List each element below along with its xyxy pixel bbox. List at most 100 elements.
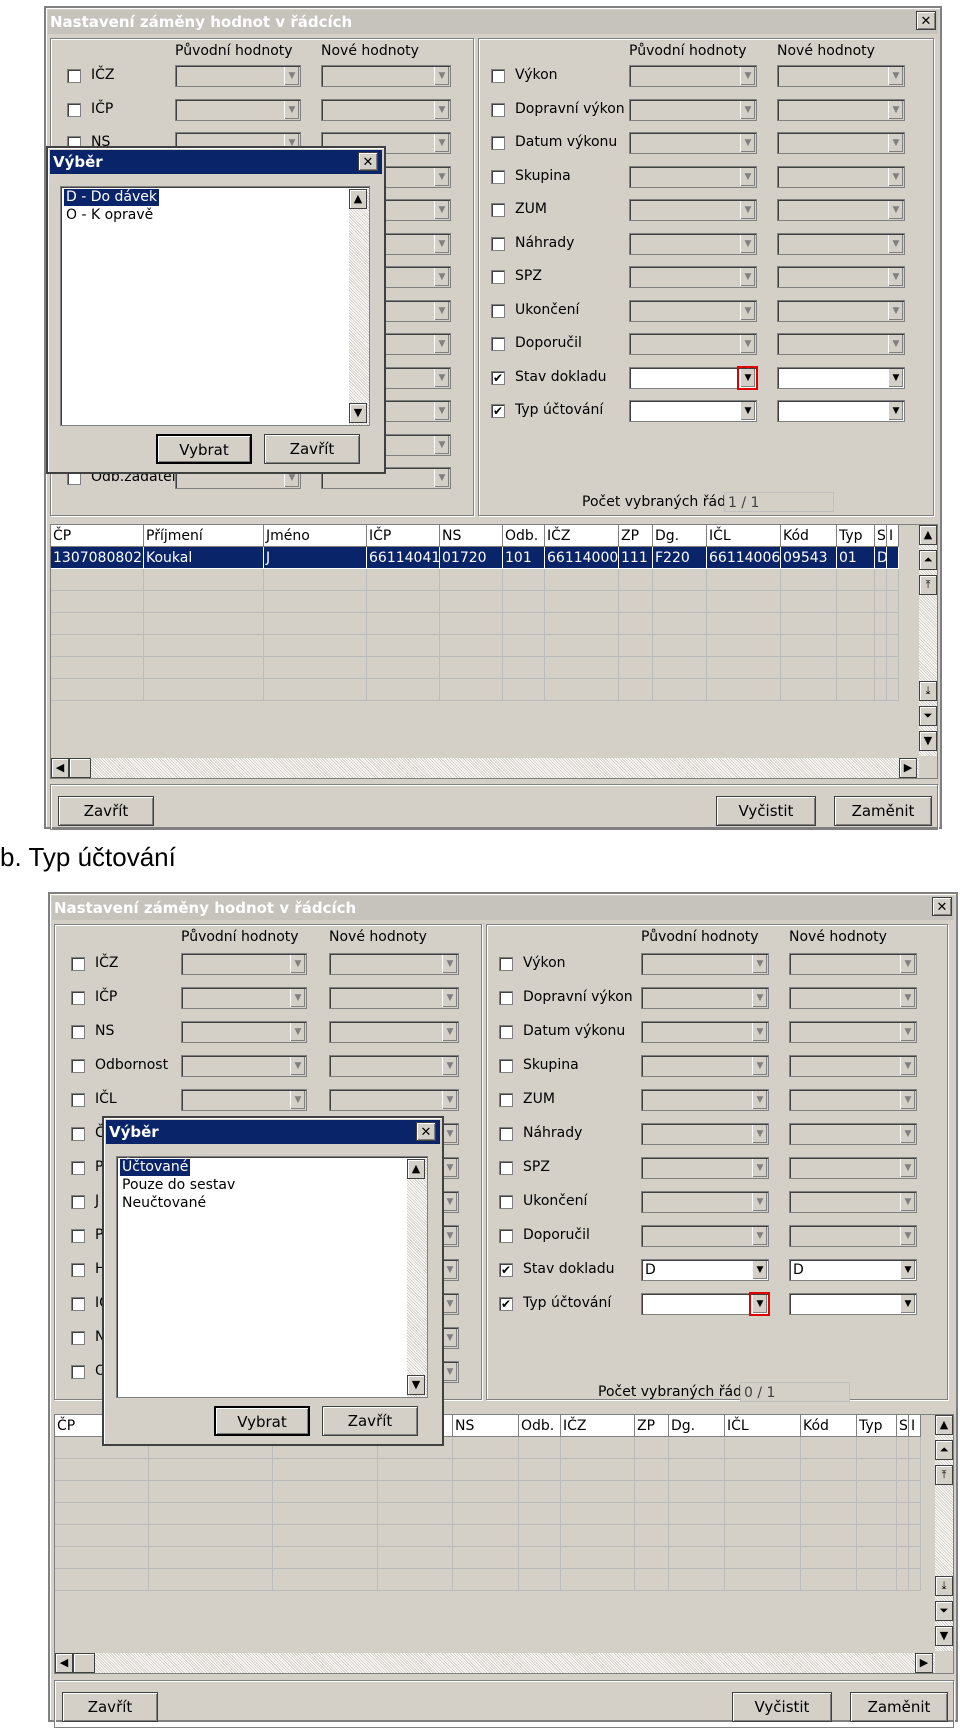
field-checkbox[interactable]: [71, 1297, 85, 1311]
page-down-icon[interactable]: ⏷: [935, 1601, 953, 1621]
chevron-down-icon[interactable]: ▼: [888, 268, 903, 286]
field-checkbox[interactable]: [491, 203, 505, 217]
chevron-down-icon[interactable]: ▼: [888, 100, 903, 119]
page-up-icon[interactable]: ⏶: [919, 550, 937, 570]
table-row[interactable]: [51, 591, 917, 613]
grid-column-header[interactable]: Dg.: [653, 525, 707, 547]
grid-column-header[interactable]: S: [875, 525, 887, 547]
chevron-down-icon[interactable]: ▼: [434, 402, 449, 420]
new-value-combo[interactable]: ▼: [329, 1055, 459, 1077]
chevron-down-icon[interactable]: ▼: [434, 167, 449, 186]
chevron-down-icon[interactable]: ▼: [284, 100, 299, 119]
chevron-down-icon[interactable]: ▼: [888, 67, 903, 85]
table-row[interactable]: [51, 657, 917, 679]
table-row[interactable]: [55, 1525, 933, 1547]
chevron-down-icon[interactable]: ▼: [434, 268, 449, 286]
clear-button[interactable]: Vyčistit: [732, 1692, 832, 1722]
field-checkbox[interactable]: [491, 337, 505, 351]
original-value-combo[interactable]: ▼: [641, 1055, 769, 1077]
chevron-down-icon[interactable]: ▼: [740, 234, 755, 253]
chevron-down-icon[interactable]: ▼: [740, 134, 755, 152]
new-value-combo[interactable]: ▼: [321, 65, 451, 87]
original-value-combo[interactable]: ▼: [181, 1055, 307, 1077]
chevron-down-icon[interactable]: ▼: [900, 1159, 915, 1177]
chevron-down-icon[interactable]: ▼: [900, 1023, 915, 1041]
table-row[interactable]: [55, 1481, 933, 1503]
field-checkbox[interactable]: [67, 102, 81, 117]
scroll-down-icon[interactable]: ▼: [407, 1375, 425, 1395]
replace-button[interactable]: Zaměnit: [850, 1692, 948, 1722]
new-value-combo[interactable]: ▼: [777, 366, 905, 389]
chevron-down-icon[interactable]: ▼: [740, 67, 755, 85]
field-checkbox[interactable]: [71, 1263, 85, 1277]
original-value-combo[interactable]: ▼: [629, 232, 757, 255]
original-value-combo[interactable]: ▼: [641, 1157, 769, 1179]
scroll-left-icon[interactable]: ◀: [51, 758, 69, 778]
chevron-down-icon[interactable]: ▼: [740, 100, 755, 119]
selection-listbox[interactable]: Účtované Pouze do sestav Neučtované ▲ ▼: [116, 1156, 428, 1398]
new-value-combo[interactable]: ▼: [789, 1293, 917, 1315]
chevron-down-icon[interactable]: ▼: [752, 1091, 767, 1109]
original-value-combo[interactable]: ▼: [629, 98, 757, 121]
list-item[interactable]: Pouze do sestav: [120, 1177, 237, 1194]
original-value-combo[interactable]: ▼: [629, 365, 758, 390]
grid-column-header[interactable]: IČZ: [545, 525, 619, 547]
scroll-bottom-icon[interactable]: ⤓: [919, 681, 937, 701]
original-value-combo[interactable]: ▼: [641, 1123, 769, 1145]
field-checkbox[interactable]: [71, 1229, 85, 1243]
table-row[interactable]: [55, 1503, 933, 1525]
chevron-down-icon[interactable]: ▼: [442, 1057, 457, 1075]
chevron-down-icon[interactable]: ▼: [434, 301, 449, 320]
chevron-down-icon[interactable]: ▼: [434, 234, 449, 253]
new-value-combo[interactable]: ▼: [329, 987, 459, 1009]
new-value-combo[interactable]: ▼: [789, 953, 917, 975]
field-checkbox[interactable]: [491, 102, 505, 117]
chevron-down-icon[interactable]: ▼: [442, 1023, 457, 1041]
list-item[interactable]: Účtované: [120, 1159, 191, 1176]
chevron-down-icon[interactable]: ▼: [900, 1261, 915, 1279]
chevron-down-icon[interactable]: ▼: [434, 469, 449, 487]
original-value-combo[interactable]: ▼: [641, 987, 769, 1009]
original-value-combo[interactable]: ▼: [629, 333, 757, 355]
chevron-down-icon[interactable]: ▼: [434, 335, 449, 353]
chevron-down-icon[interactable]: ▼: [740, 268, 755, 286]
window-close-button[interactable]: ✕: [932, 897, 952, 916]
chevron-down-icon[interactable]: ▼: [752, 1023, 767, 1041]
table-row[interactable]: [51, 679, 917, 701]
scroll-up-icon[interactable]: ▲: [349, 189, 367, 209]
field-checkbox[interactable]: [499, 1025, 513, 1039]
table-row[interactable]: [55, 1547, 933, 1569]
field-checkbox[interactable]: [71, 1331, 85, 1345]
field-checkbox[interactable]: [491, 69, 505, 83]
replace-button[interactable]: Zaměnit: [834, 796, 932, 826]
new-value-combo[interactable]: ▼: [777, 165, 905, 188]
new-value-combo[interactable]: ▼: [789, 1089, 917, 1111]
clear-button[interactable]: Vyčistit: [716, 796, 816, 826]
window-close-button[interactable]: ✕: [916, 11, 936, 30]
field-checkbox[interactable]: [67, 69, 81, 83]
original-value-combo[interactable]: ▼: [181, 987, 307, 1009]
original-value-combo[interactable]: ▼: [175, 65, 301, 87]
chevron-down-icon[interactable]: ▼: [434, 368, 449, 387]
chevron-down-icon[interactable]: ▼: [737, 365, 758, 390]
table-row[interactable]: [51, 569, 917, 591]
field-checkbox[interactable]: [71, 1161, 85, 1175]
chevron-down-icon[interactable]: ▼: [752, 1193, 767, 1211]
new-value-combo[interactable]: ▼: [329, 953, 459, 975]
new-value-combo[interactable]: ▼: [789, 1157, 917, 1179]
field-checkbox[interactable]: [499, 1195, 513, 1209]
table-row[interactable]: [51, 635, 917, 657]
chevron-down-icon[interactable]: ▼: [290, 1057, 305, 1075]
chevron-down-icon[interactable]: ▼: [434, 435, 449, 454]
chevron-down-icon[interactable]: ▼: [900, 1193, 915, 1211]
chevron-down-icon[interactable]: ▼: [442, 1227, 457, 1245]
chevron-down-icon[interactable]: ▼: [740, 402, 755, 420]
chevron-down-icon[interactable]: ▼: [740, 167, 755, 186]
chevron-down-icon[interactable]: ▼: [752, 955, 767, 973]
original-value-combo[interactable]: ▼: [641, 1089, 769, 1111]
chevron-down-icon[interactable]: ▼: [888, 234, 903, 253]
chevron-down-icon[interactable]: ▼: [442, 1193, 457, 1211]
new-value-combo[interactable]: ▼: [777, 299, 905, 322]
table-row[interactable]: [55, 1569, 933, 1591]
scroll-bottom-icon[interactable]: ⤓: [935, 1576, 953, 1596]
